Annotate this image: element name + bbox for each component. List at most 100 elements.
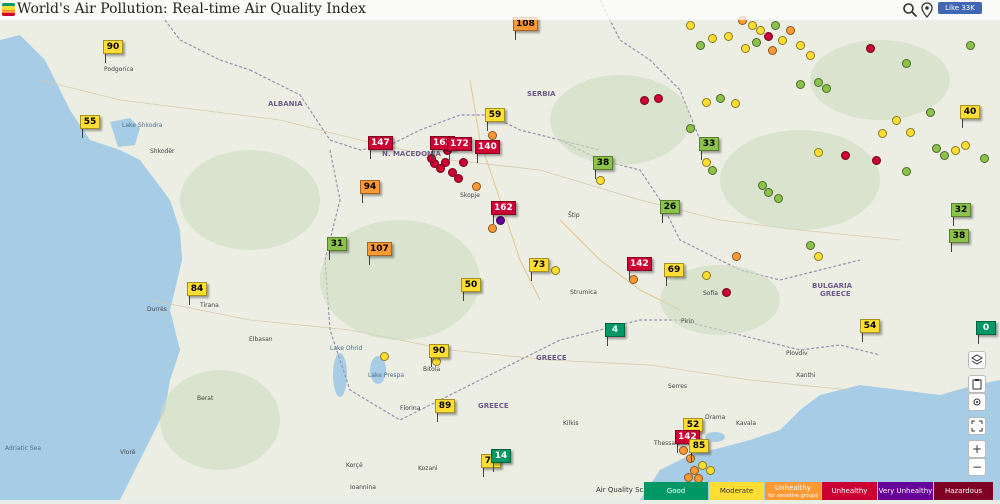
aqi-marker-value: 84: [187, 282, 207, 296]
station-dot[interactable]: [716, 94, 725, 103]
station-dot[interactable]: [488, 224, 497, 233]
aqi-marker-pole: [437, 413, 438, 422]
aqi-marker-value: 4: [605, 323, 625, 337]
location-pin-icon[interactable]: [919, 2, 935, 18]
map-label-pirin: Pirin: [681, 318, 695, 325]
search-icon[interactable]: [902, 2, 918, 18]
facebook-like-button[interactable]: Like 33K: [938, 2, 982, 14]
station-dot[interactable]: [892, 116, 901, 125]
station-dot[interactable]: [454, 174, 463, 183]
aqi-marker-value: 73: [529, 258, 549, 272]
map-area[interactable]: Podgorica Shkodër ALBANIA N. MACEDONIA SERBI…: [0, 0, 1000, 500]
station-dot[interactable]: [771, 21, 780, 30]
station-dot[interactable]: [806, 241, 815, 250]
station-dot[interactable]: [926, 108, 935, 117]
aqi-marker-value: 38: [949, 229, 969, 243]
map-basemap: [0, 0, 1000, 500]
station-dot[interactable]: [980, 154, 989, 163]
station-dot[interactable]: [822, 84, 831, 93]
station-dot[interactable]: [814, 148, 823, 157]
station-dot[interactable]: [459, 158, 468, 167]
station-dot[interactable]: [906, 128, 915, 137]
map-label-ohrid-lake: Lake Ohrid: [330, 345, 363, 352]
station-dot[interactable]: [684, 473, 693, 482]
station-dot[interactable]: [796, 41, 805, 50]
map-label-skopje: Skopje: [460, 192, 480, 199]
map-label-bitola: Bitola: [423, 366, 441, 373]
station-dot[interactable]: [724, 32, 733, 41]
aqi-marker-value: 162: [491, 201, 516, 215]
fullscreen-button[interactable]: [968, 417, 986, 435]
station-dot[interactable]: [731, 99, 740, 108]
map-label-kavala: Kavala: [736, 420, 757, 427]
station-dot[interactable]: [496, 216, 505, 225]
aqi-marker-value: 90: [429, 344, 449, 358]
station-dot[interactable]: [629, 275, 638, 284]
station-dot[interactable]: [796, 80, 805, 89]
station-dot[interactable]: [708, 166, 717, 175]
station-dot[interactable]: [768, 46, 777, 55]
aqi-marker-pole: [701, 151, 702, 160]
clipboard-button[interactable]: [968, 375, 986, 393]
station-dot[interactable]: [702, 98, 711, 107]
station-dot[interactable]: [872, 156, 881, 165]
station-dot[interactable]: [841, 151, 850, 160]
station-dot[interactable]: [654, 94, 663, 103]
station-dot[interactable]: [686, 21, 695, 30]
station-dot[interactable]: [696, 41, 705, 50]
station-dot[interactable]: [679, 446, 688, 455]
station-dot[interactable]: [806, 51, 815, 60]
station-dot[interactable]: [866, 44, 875, 53]
aqi-marker-pole: [362, 194, 363, 203]
station-dot[interactable]: [966, 41, 975, 50]
map-label-korce: Korçë: [346, 462, 363, 469]
station-dot[interactable]: [752, 38, 761, 47]
station-dot[interactable]: [774, 194, 783, 203]
station-dot[interactable]: [380, 352, 389, 361]
station-dot[interactable]: [596, 176, 605, 185]
aqi-marker-pole: [595, 170, 596, 179]
station-dot[interactable]: [472, 182, 481, 191]
station-dot[interactable]: [951, 146, 960, 155]
station-dot[interactable]: [722, 288, 731, 297]
zoom-in-button[interactable]: +: [968, 440, 986, 458]
station-dot[interactable]: [432, 357, 441, 366]
station-dot[interactable]: [902, 59, 911, 68]
station-dot[interactable]: [708, 34, 717, 43]
scale-level-name: Hazardous: [944, 486, 983, 495]
station-dot[interactable]: [764, 188, 773, 197]
map-label-shkodra-lake: Lake Shkodra: [122, 122, 163, 129]
station-dot[interactable]: [640, 96, 649, 105]
station-dot[interactable]: [778, 36, 787, 45]
aqi-marker-value: 55: [80, 115, 100, 129]
station-dot[interactable]: [764, 32, 773, 41]
station-dot[interactable]: [961, 141, 970, 150]
layers-button[interactable]: [968, 351, 986, 369]
site-logo-icon[interactable]: [2, 3, 15, 16]
station-dot[interactable]: [814, 252, 823, 261]
zoom-out-button[interactable]: −: [968, 458, 986, 476]
map-label-vlore: Vlorë: [120, 449, 136, 456]
aqi-marker-pole: [487, 122, 488, 131]
station-dot[interactable]: [878, 129, 887, 138]
station-dot[interactable]: [932, 144, 941, 153]
aqi-marker-value: 31: [327, 237, 347, 251]
station-dot[interactable]: [706, 466, 715, 475]
aqi-marker-pole: [978, 335, 979, 344]
station-dot[interactable]: [551, 266, 560, 275]
map-label-strumica: Strumica: [570, 289, 597, 296]
station-dot[interactable]: [686, 124, 695, 133]
aqi-marker-value: 142: [627, 257, 652, 271]
aqi-marker-pole: [677, 444, 678, 453]
aqi-marker-pole: [105, 54, 106, 63]
map-label-sofia: Sofia: [703, 290, 718, 297]
station-dot[interactable]: [488, 131, 497, 140]
header-bar: World's Air Pollution: Real-time Air Qua…: [0, 0, 1000, 20]
settings-button[interactable]: [968, 393, 986, 411]
station-dot[interactable]: [741, 44, 750, 53]
station-dot[interactable]: [940, 151, 949, 160]
station-dot[interactable]: [786, 26, 795, 35]
station-dot[interactable]: [732, 252, 741, 261]
station-dot[interactable]: [902, 167, 911, 176]
station-dot[interactable]: [702, 271, 711, 280]
